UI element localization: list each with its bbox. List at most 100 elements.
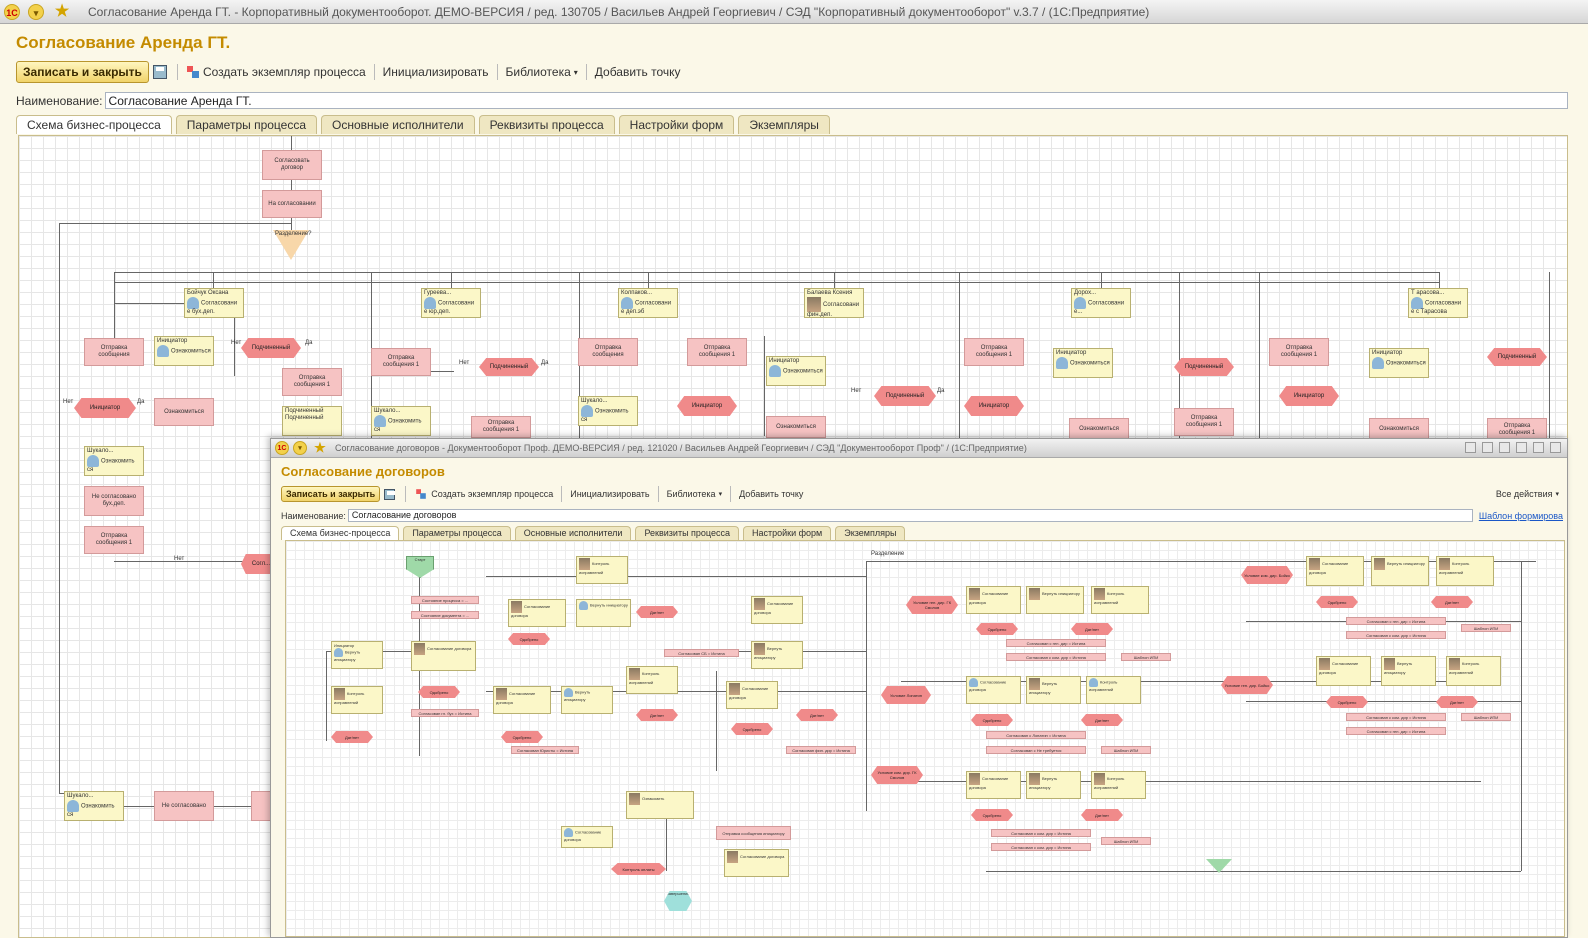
condition-label-node[interactable]: Согласован с Лопатин = Истина (986, 731, 1086, 739)
condition-node[interactable]: Подчиненный (1174, 358, 1234, 376)
condition-node[interactable]: Одобрено (508, 633, 550, 645)
calendar-icon[interactable] (1516, 442, 1527, 453)
task-node[interactable]: Шукало... Ознакомить ся (84, 446, 144, 476)
send-message-node[interactable]: Отправка сообщения инициатору (716, 826, 791, 840)
task-node[interactable]: Вернуть инициатору (1381, 656, 1436, 686)
on-approval-node[interactable]: На согласовании (262, 190, 322, 218)
condition-node[interactable]: Одобрено (418, 686, 460, 698)
task-node[interactable]: Подчиненный Подчиненный (282, 406, 342, 436)
app-menu-icon[interactable]: 1С (4, 4, 20, 20)
task-node[interactable]: Вернуть инициатору (561, 686, 613, 714)
condition-label-node[interactable]: Согласован с ген. дир = Истина (1346, 727, 1446, 735)
tab-process-scheme[interactable]: Схема бизнес-процесса (16, 115, 172, 134)
condition-node[interactable]: Инициатор (964, 396, 1024, 416)
condition-label-node[interactable]: Согласован гл. бух = Истина (411, 709, 479, 717)
save-icon[interactable] (384, 488, 396, 500)
send-message-node[interactable]: Отправка сообщения 1 (84, 526, 144, 554)
tab-instances[interactable]: Экземпляры (738, 115, 830, 134)
task-node[interactable]: Вернуть инициатору (1371, 556, 1429, 586)
name-field[interactable]: Согласование Аренда ГТ. (104, 92, 1568, 109)
step-node[interactable] (251, 791, 271, 821)
tab-process-scheme[interactable]: Схема бизнес-процесса (281, 526, 400, 540)
condition-label-node[interactable]: Согласован с ком. дир = Истина (1006, 653, 1106, 661)
task-node[interactable]: Согласование договора (724, 849, 789, 877)
task-node[interactable]: Вернуть инициатору (576, 599, 631, 627)
send-message-node[interactable]: Отправка сообщения 1 (471, 416, 531, 438)
task-node[interactable]: Вернуть инициатору (1026, 771, 1081, 799)
condition-node[interactable]: Дат/нет (331, 731, 373, 743)
task-node[interactable]: Согласование договора (561, 826, 613, 848)
favorites-star-icon[interactable]: ★ (313, 441, 327, 455)
task-node[interactable]: Контроль исправлений (331, 686, 383, 714)
all-actions-button[interactable]: Все действия ▾ (1494, 489, 1561, 499)
minimize-icon[interactable] (1533, 442, 1544, 453)
create-instance-button[interactable]: Создать экземпляр процесса (184, 65, 368, 79)
task-node[interactable]: Согласование договора (508, 599, 566, 627)
library-button[interactable]: Библиотека ▾ (504, 65, 580, 79)
task-node[interactable]: Контроль исправлений (1446, 656, 1501, 686)
not-approved-node[interactable]: Не согласовано (154, 791, 214, 821)
condition-node[interactable]: Одобрено (1316, 596, 1358, 608)
condition-node[interactable]: Условие ген. дир. ГК Смолов (906, 596, 958, 614)
send-message-node[interactable]: Отправка сообщения 1 (1269, 338, 1329, 366)
condition-node[interactable]: Подчиненный (479, 358, 539, 376)
task-node[interactable]: Колпаков... Согласовани е деп.эб (618, 288, 678, 318)
main-menu-icon[interactable]: ▾ (28, 4, 44, 20)
condition-node[interactable]: Условие Лопатин (881, 686, 931, 704)
condition-node[interactable]: Дат/нет (1436, 696, 1478, 708)
task-node[interactable]: Шукало... Ознакомить ся (64, 791, 124, 821)
task-node[interactable]: Т арасова... Согласовани е с Тарасова (1408, 288, 1468, 318)
not-approved-node[interactable]: Не согласовано бух.деп. (84, 486, 144, 516)
send-message-node[interactable]: Согласовать договор (262, 150, 322, 180)
task-node[interactable]: Инициатор Ознакомиться (154, 336, 214, 366)
condition-node[interactable]: Дат/нет (636, 606, 678, 618)
save-close-button[interactable]: Записать и закрыть (16, 61, 149, 83)
vip-node[interactable]: Шаблон ИПИ (1461, 624, 1511, 632)
condition-node[interactable]: Дат/нет (796, 709, 838, 721)
state-node[interactable]: Состояние процесса = ... (411, 596, 479, 604)
task-node[interactable]: Балаева Ксения Согласовани фин.деп. (804, 288, 864, 318)
send-message-node[interactable]: Отправка сообщения 1 (964, 338, 1024, 366)
condition-node[interactable]: Условие ком. дир. ГК Смолов (871, 766, 923, 784)
vip-node[interactable]: Шаблон ИПИ (1121, 653, 1171, 661)
task-node[interactable]: Шукало... Ознакомить ся (371, 406, 431, 436)
name-field[interactable]: Согласование договоров (347, 509, 1473, 522)
task-node[interactable]: Дорох... Согласовани е... (1071, 288, 1131, 318)
task-node[interactable]: Согласование договора (966, 586, 1021, 614)
restore-icon[interactable] (1550, 442, 1561, 453)
send-message-node[interactable]: Отправка сообщения 1 (282, 368, 342, 396)
condition-label-node[interactable]: Согласован СБ = Истина (664, 649, 739, 657)
favorites-star-icon[interactable]: ★ (54, 4, 70, 20)
task-node[interactable]: Контроль исправлений (1086, 676, 1141, 704)
condition-label-node[interactable]: Согласован с ком. дир = Истина (991, 829, 1091, 837)
tab-instances[interactable]: Экземпляры (835, 526, 906, 540)
condition-node[interactable]: Условие ген. дир. Бойко (1221, 676, 1273, 694)
task-node[interactable]: Согласование договора (966, 771, 1021, 799)
task-node[interactable]: Согласование договора (493, 686, 551, 714)
condition-label-node[interactable]: Согласован с ген. дир = Истина (1346, 617, 1446, 625)
state-node[interactable]: Состояние документа = ... (411, 611, 479, 619)
initialize-button[interactable]: Инициализировать (568, 489, 651, 499)
send-message-node[interactable]: Отправка сообщения (84, 338, 144, 366)
task-node[interactable]: Контроль исправлений (1091, 586, 1149, 614)
task-node[interactable]: Согласование договора (1316, 656, 1371, 686)
condition-node[interactable]: Одобрено (731, 723, 773, 735)
send-message-node[interactable]: Отправка сообщения 1 (1174, 408, 1234, 436)
add-point-button[interactable]: Добавить точку (737, 489, 805, 499)
save-close-button[interactable]: Записать и закрыть (281, 486, 381, 502)
process-diagram[interactable]: Старт Контроль исправлений Состояние про… (285, 540, 1565, 937)
app-menu-icon[interactable]: 1С (275, 441, 289, 455)
task-node[interactable]: Вернуть инициатору (1026, 586, 1084, 614)
send-message-node[interactable]: Отправка сообщения 1 (371, 348, 431, 376)
tab-process-params[interactable]: Параметры процесса (403, 526, 511, 540)
vip-node[interactable]: Шаблон ИПИ (1101, 837, 1151, 845)
vip-node[interactable]: Шаблон ИПИ (1461, 713, 1511, 721)
condition-node[interactable]: Подчиненный (1487, 348, 1547, 366)
print-icon[interactable] (1465, 442, 1476, 453)
condition-label-node[interactable]: Согласован фин. дир = Истина (786, 746, 856, 754)
tab-main-performers[interactable]: Основные исполнители (321, 115, 475, 134)
tab-process-attributes[interactable]: Реквизиты процесса (635, 526, 739, 540)
task-node[interactable]: Инициатор Ознакомиться (1053, 348, 1113, 378)
tab-form-settings[interactable]: Настройки форм (743, 526, 832, 540)
condition-node[interactable]: Одобрено (976, 623, 1018, 635)
